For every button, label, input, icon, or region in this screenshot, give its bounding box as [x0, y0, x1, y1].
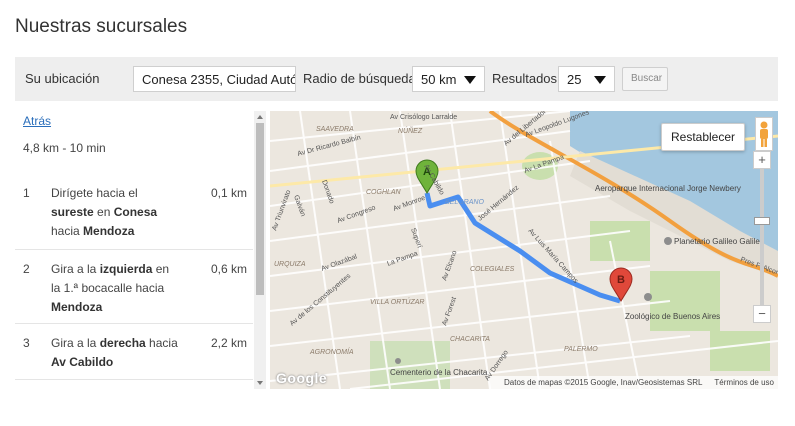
map-label: COGHLAN: [366, 189, 402, 196]
map-label: Av Triunvirato: [271, 189, 292, 232]
step-text: Dirígete hacia el sureste en Conesa haci…: [51, 186, 158, 238]
map-label: VILLA ORTÚZAR: [370, 297, 424, 306]
park-area: [590, 221, 650, 261]
map-label: Aeroparque Internacional Jorge Newbery: [595, 184, 741, 193]
radius-label: Radio de búsqueda: [303, 71, 416, 86]
map-label: Av Congreso: [336, 204, 376, 224]
map-label: Av Forest: [441, 296, 458, 326]
step-text: Gira a la derecha hacia Av Cabildo: [51, 336, 178, 369]
map-label: Planetario Galileo Galilei: [674, 237, 762, 246]
direction-step: 1 Dirígete hacia el sureste en Conesa ha…: [15, 174, 253, 250]
back-link[interactable]: Atrás: [23, 114, 51, 128]
step-number: 3: [23, 336, 30, 350]
search-toolbar: Su ubicación Conesa 2355, Ciudad Autón R…: [15, 57, 778, 101]
zoom-slider-track[interactable]: [760, 169, 764, 305]
location-label: Su ubicación: [25, 71, 100, 86]
directions-steps: 1 Dirígete hacia el sureste en Conesa ha…: [15, 174, 253, 380]
pegman-icon[interactable]: [755, 117, 773, 151]
map-label: Zoológico de Buenos Aires: [625, 312, 720, 321]
map-label: Galván: [292, 194, 306, 217]
scroll-down-icon[interactable]: [257, 381, 263, 385]
direction-step: 2 Gira a la izquierda en la 1.ª bocacall…: [15, 250, 253, 324]
results-select[interactable]: 25: [558, 66, 615, 92]
marker-b-label: B: [617, 274, 625, 286]
park-area: [650, 271, 720, 331]
google-logo: Google: [276, 370, 328, 386]
map-attribution: Datos de mapas ©2015 Google, Inav/Geosis…: [490, 376, 778, 389]
park-area: [710, 331, 770, 371]
radius-value: 50 km: [421, 72, 457, 87]
pegman-figure: [760, 121, 768, 147]
zoom-out-button[interactable]: −: [753, 305, 771, 323]
map-label: COLEGIALES: [470, 266, 515, 273]
direction-step: 3 Gira a la derecha hacia Av Cabildo 2,2…: [15, 324, 253, 380]
map-canvas: A B SAAVEDRA NÚÑEZ COGHLAN BELGRANO COLE…: [270, 111, 778, 389]
map-label: NÚÑEZ: [398, 126, 423, 135]
route-summary: 4,8 km - 10 min: [23, 141, 106, 155]
map-view[interactable]: A B SAAVEDRA NÚÑEZ COGHLAN BELGRANO COLE…: [270, 111, 778, 389]
map-label: Av Crisólogo Larralde: [390, 114, 457, 121]
map-label: Superí: [409, 227, 423, 249]
chevron-down-icon: [464, 76, 476, 84]
map-label: SAAVEDRA: [316, 126, 354, 133]
page-title: Nuestras sucursales: [15, 16, 188, 37]
planetarium-icon: [664, 237, 672, 245]
directions-scrollbar[interactable]: [254, 111, 266, 389]
terms-link[interactable]: Términos de uso: [714, 378, 774, 387]
map-label: BELGRANO: [445, 199, 484, 206]
results-value: 25: [567, 72, 582, 87]
map-label: AGRONOMÍA: [309, 347, 354, 356]
map-label: Cementerio de la Chacarita: [390, 368, 488, 377]
results-label: Resultados: [492, 71, 558, 86]
cemetery-icon: [395, 358, 401, 364]
map-label: CHACARITA: [450, 336, 490, 343]
step-distance: 2,2 km: [210, 336, 247, 350]
step-distance: 0,1 km: [210, 186, 247, 200]
scroll-thumb[interactable]: [256, 123, 264, 295]
zoom-in-button[interactable]: +: [753, 151, 771, 169]
step-number: 1: [23, 186, 30, 200]
step-number: 2: [23, 262, 30, 276]
scroll-up-icon[interactable]: [257, 115, 263, 119]
attribution-text: Datos de mapas ©2015 Google, Inav/Geosis…: [504, 378, 703, 387]
step-distance: 0,6 km: [210, 262, 247, 276]
map-label: Av Olazábal: [320, 253, 358, 273]
location-input[interactable]: Conesa 2355, Ciudad Autón: [133, 66, 296, 92]
zoo-icon: [644, 293, 652, 301]
map-label: Av de los Constituyentes: [289, 272, 353, 327]
reset-map-button[interactable]: Restablecer: [661, 123, 745, 151]
map-label: Av Monroe: [392, 195, 426, 213]
step-text: Gira a la izquierda en la 1.ª bocacalle …: [51, 262, 170, 314]
directions-panel: Atrás 4,8 km - 10 min 1 Dirígete hacia e…: [15, 111, 267, 389]
zoom-slider-handle[interactable]: [754, 217, 770, 225]
map-label: URQUIZA: [274, 261, 306, 268]
map-label: PALERMO: [564, 346, 598, 353]
search-button[interactable]: Buscar: [622, 67, 668, 91]
chevron-down-icon: [594, 76, 606, 84]
map-label: Donado: [320, 179, 335, 205]
map-label: La Pampa: [386, 250, 418, 268]
radius-select[interactable]: 50 km: [412, 66, 485, 92]
